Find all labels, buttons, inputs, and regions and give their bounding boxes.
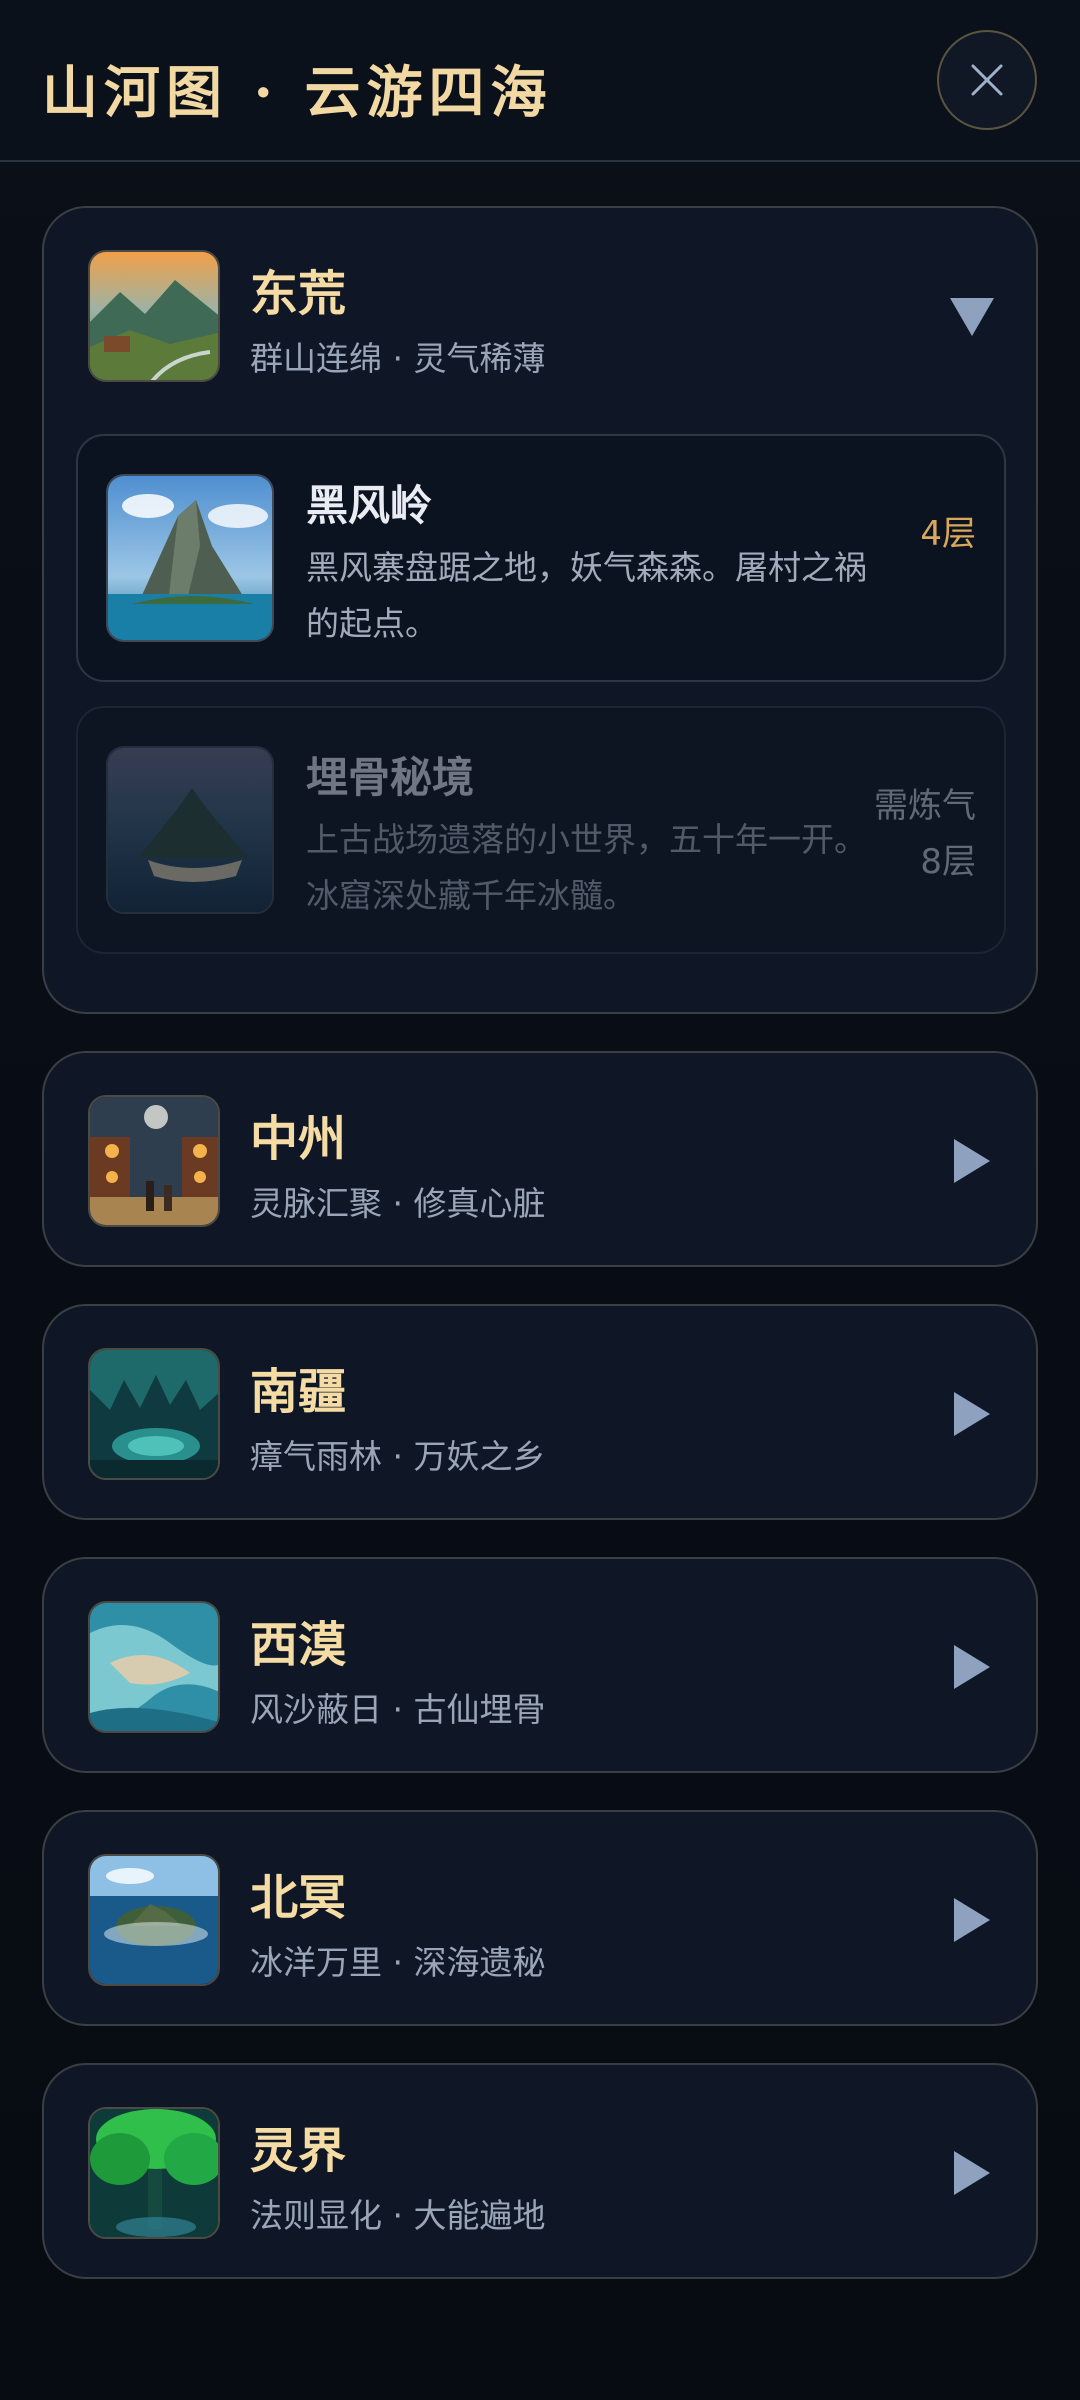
region-description: 冰洋万里 · 深海遗秘 — [250, 1943, 546, 1982]
sublocation-thumbnail — [106, 746, 274, 914]
region-thumbnail-lingjie — [88, 2107, 220, 2239]
region-name: 北冥 — [250, 1870, 347, 1926]
chevron-right-icon[interactable] — [954, 1645, 990, 1689]
region-description: 瘴气雨林 · 万妖之乡 — [250, 1437, 546, 1476]
sublocation-level-badge: 4层 — [920, 514, 976, 554]
sublocation-name: 黑风岭 — [306, 481, 433, 530]
region-card-donghuang[interactable]: 东荒 群山连绵 · 灵气稀薄 黑风岭 黑风寨盘踞之地，妖气森森。屠村之祸的起点。… — [42, 206, 1038, 1014]
chevron-right-icon[interactable] — [954, 1139, 990, 1183]
chevron-right-icon[interactable] — [954, 1898, 990, 1942]
sublocation-card-maigumijing[interactable]: 埋骨秘境 上古战场遗落的小世界，五十年一开。冰窟深处藏千年冰髓。 需炼气8层 — [76, 706, 1006, 954]
sublocation-card-heifengling[interactable]: 黑风岭 黑风寨盘踞之地，妖气森森。屠村之祸的起点。 4层 — [76, 434, 1006, 682]
region-description: 法则显化 · 大能遍地 — [250, 2196, 546, 2235]
chevron-right-icon[interactable] — [954, 2151, 990, 2195]
region-card-zhongzhou[interactable]: 中州 灵脉汇聚 · 修真心脏 — [42, 1051, 1038, 1267]
region-name: 中州 — [250, 1111, 347, 1167]
sublocation-thumbnail — [106, 474, 274, 642]
header-bar: 山河图 · 云游四海 — [0, 0, 1080, 162]
region-thumbnail-ximo — [88, 1601, 220, 1733]
region-card-beiming[interactable]: 北冥 冰洋万里 · 深海遗秘 — [42, 1810, 1038, 2026]
sublocation-requirement: 需炼气8层 — [874, 786, 976, 882]
region-card-nanjiang[interactable]: 南疆 瘴气雨林 · 万妖之乡 — [42, 1304, 1038, 1520]
close-button[interactable] — [937, 30, 1037, 130]
region-name: 西漠 — [250, 1617, 347, 1673]
region-thumbnail-nanjiang — [88, 1348, 220, 1480]
region-description: 风沙蔽日 · 古仙埋骨 — [250, 1690, 546, 1729]
region-description: 群山连绵 · 灵气稀薄 — [250, 339, 546, 378]
page-title: 山河图 · 云游四海 — [42, 60, 553, 126]
sublocation-description: 上古战场遗落的小世界，五十年一开。冰窟深处藏千年冰髓。 — [306, 820, 867, 915]
map-page: 山河图 · 云游四海 东荒 群山连绵 · 灵气稀薄 黑风岭 黑风寨盘踞之地，妖气… — [0, 0, 1080, 2400]
close-icon — [971, 64, 1003, 96]
region-name: 东荒 — [250, 266, 347, 322]
sublocation-name: 埋骨秘境 — [306, 753, 475, 802]
region-name: 灵界 — [250, 2123, 347, 2179]
sublocation-description: 黑风寨盘踞之地，妖气森森。屠村之祸的起点。 — [306, 548, 867, 643]
chevron-right-icon[interactable] — [954, 1392, 990, 1436]
chevron-down-icon[interactable] — [950, 298, 994, 336]
region-card-ximo[interactable]: 西漠 风沙蔽日 · 古仙埋骨 — [42, 1557, 1038, 1773]
region-thumbnail-beiming — [88, 1854, 220, 1986]
region-thumbnail-zhongzhou — [88, 1095, 220, 1227]
region-description: 灵脉汇聚 · 修真心脏 — [250, 1184, 546, 1223]
region-card-lingjie[interactable]: 灵界 法则显化 · 大能遍地 — [42, 2063, 1038, 2279]
region-thumbnail-donghuang — [88, 250, 220, 382]
region-name: 南疆 — [250, 1364, 347, 1420]
